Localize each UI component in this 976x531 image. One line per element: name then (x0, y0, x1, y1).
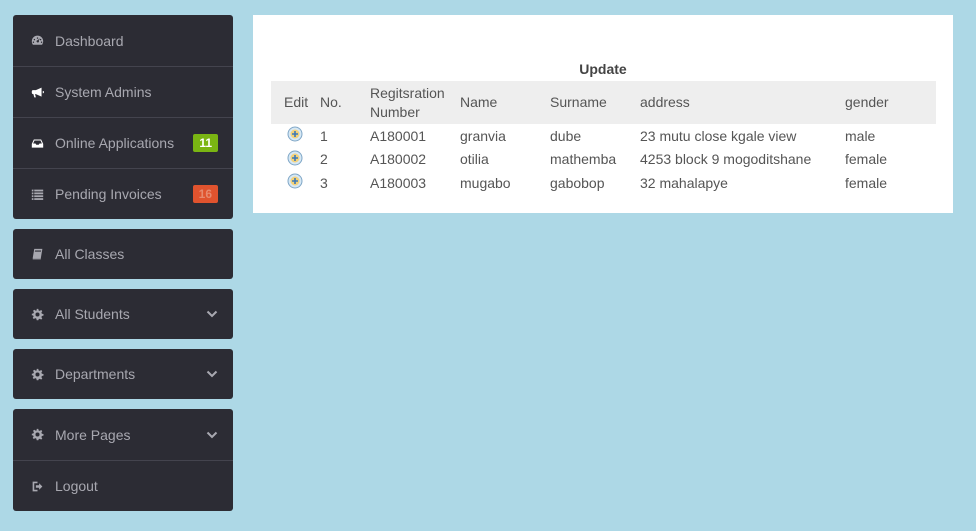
cell-address: 4253 block 9 mogoditshane (640, 151, 812, 168)
cell-no: 3 (320, 174, 328, 191)
cell-name: granvia (460, 127, 506, 144)
cell-gender: female (845, 151, 888, 168)
sidebar-group-classes: All Classes (13, 229, 233, 279)
sidebar-item-label: All Students (55, 306, 130, 322)
cell-address: 23 mutu close kgale view (640, 127, 797, 144)
cell-surname: mathemba (550, 151, 617, 168)
cell-gender: male (845, 127, 876, 144)
chevron-down-icon (206, 370, 218, 378)
sidebar-item-more-pages[interactable]: More Pages (13, 409, 233, 460)
edit-icon[interactable] (287, 173, 303, 189)
sidebar-item-label: Departments (55, 366, 136, 382)
table-row: 3 A180003 mugabo gabobop 32 mahalapye fe… (271, 171, 936, 195)
column-header-no: No. (320, 94, 342, 110)
applications-count-badge: 11 (193, 134, 218, 152)
cell-registration-number: A180001 (370, 127, 427, 144)
sidebar-item-label: More Pages (55, 426, 131, 443)
sidebar-item-label: Dashboard (55, 32, 124, 49)
cell-surname: dube (550, 127, 582, 144)
sidebar-item-logout[interactable]: Logout (13, 460, 233, 511)
inbox-icon (30, 136, 44, 150)
cell-address: 32 mahalapye (640, 174, 728, 191)
sidebar-item-label: All Classes (55, 246, 125, 262)
column-header-surname: Surname (550, 94, 607, 110)
column-header-name: Name (460, 94, 498, 110)
cell-no: 1 (320, 127, 328, 144)
gear-icon (30, 367, 44, 381)
sidebar-item-all-classes[interactable]: All Classes (13, 229, 233, 279)
table-row: 1 A180001 granvia dube 23 mutu close kga… (271, 124, 936, 148)
sidebar-item-system-admins[interactable]: System Admins (13, 66, 233, 117)
column-header-registration-number: Regitsration Number (370, 84, 445, 120)
sidebar-item-label: Logout (55, 478, 98, 494)
cell-registration-number: A180003 (370, 174, 427, 191)
cell-name: otilia (460, 151, 489, 168)
column-header-gender: gender (845, 94, 889, 110)
cell-name: mugabo (460, 174, 511, 191)
cell-registration-number: A180002 (370, 151, 427, 168)
table-row: 2 A180002 otilia mathemba 4253 block 9 m… (271, 148, 936, 172)
cell-surname: gabobop (550, 174, 605, 191)
update-panel: Update Edit No. Regitsration Number Name… (253, 15, 953, 213)
chevron-down-icon (206, 310, 218, 318)
gear-icon (30, 428, 44, 442)
column-header-address: address (640, 94, 690, 110)
sidebar-group-departments: Departments (13, 349, 233, 399)
sidebar-item-label: Online Applications (55, 135, 175, 151)
page-title: Update (579, 61, 627, 77)
edit-icon[interactable] (287, 126, 303, 142)
chevron-down-icon (206, 431, 218, 438)
sidebar-group-more: More Pages Logout (13, 409, 233, 511)
list-icon (30, 187, 44, 201)
sidebar-item-pending-invoices[interactable]: Pending Invoices 16 (13, 168, 233, 219)
cell-gender: female (845, 174, 888, 191)
sidebar-item-departments[interactable]: Departments (13, 349, 233, 399)
sign-out-icon (30, 479, 44, 493)
sidebar-item-label: Pending Invoices (55, 186, 162, 202)
edit-icon[interactable] (287, 150, 303, 166)
book-icon (30, 247, 44, 261)
invoices-count-badge: 16 (192, 185, 218, 203)
table-header-row: Edit No. Regitsration Number Name Surnam… (271, 81, 936, 124)
sidebar-item-label: System Admins (55, 84, 152, 100)
sidebar-item-all-students[interactable]: All Students (13, 289, 233, 339)
sidebar-item-dashboard[interactable]: Dashboard (13, 15, 233, 66)
sidebar-item-online-applications[interactable]: Online Applications 11 (13, 117, 233, 168)
dashboard-icon (30, 34, 44, 48)
gear-icon (30, 307, 44, 321)
students-table: Edit No. Regitsration Number Name Surnam… (271, 81, 936, 195)
sidebar-group-main: Dashboard System Admins Online Applicati… (13, 15, 233, 219)
megaphone-icon (30, 85, 44, 99)
sidebar-group-students: All Students (13, 289, 233, 339)
sidebar: Dashboard System Admins Online Applicati… (13, 15, 233, 521)
column-header-edit: Edit (284, 94, 309, 110)
cell-no: 2 (320, 151, 328, 168)
